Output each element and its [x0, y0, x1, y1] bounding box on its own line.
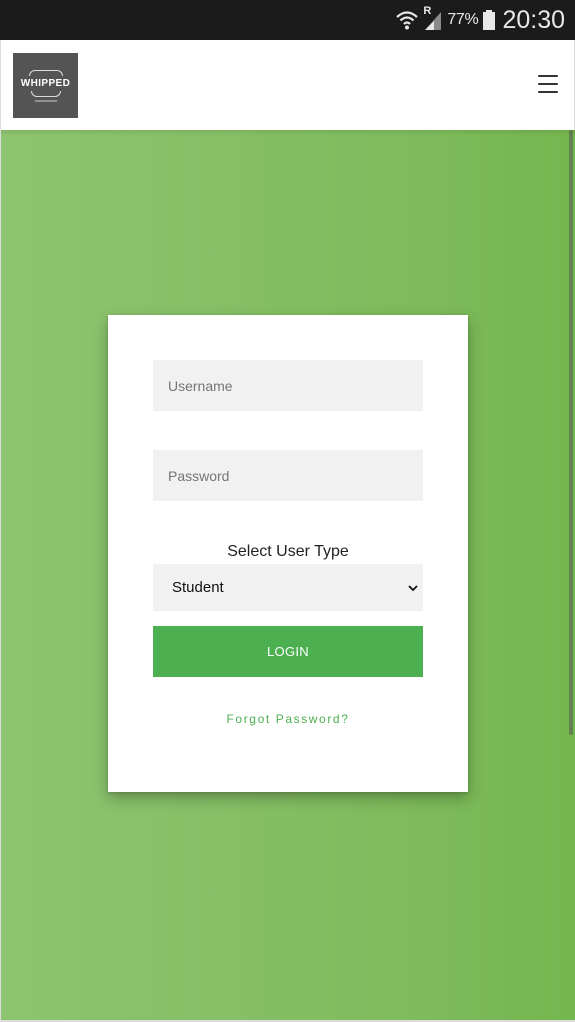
user-type-selected-value: Student — [172, 579, 224, 596]
menu-bar — [538, 91, 558, 93]
user-type-select[interactable]: Student — [153, 564, 423, 611]
wifi-icon — [395, 9, 419, 31]
signal-icon: R — [423, 5, 443, 31]
username-input[interactable] — [153, 360, 423, 411]
logo-swoosh-top — [28, 69, 63, 76]
menu-bar — [538, 83, 558, 85]
login-card: Select User Type Student LOGIN Forgot Pa… — [108, 315, 468, 792]
whipped-logo[interactable]: WHIPPED — [13, 53, 78, 118]
user-type-label: Select User Type — [227, 543, 349, 560]
logo-wordmark: WHIPPED — [20, 77, 71, 89]
roaming-indicator: R — [423, 5, 432, 17]
menu-bar — [538, 75, 558, 77]
battery-icon — [482, 9, 496, 31]
app-header: WHIPPED — [0, 40, 575, 130]
password-input[interactable] — [153, 450, 423, 501]
battery-percent: 77% — [447, 11, 479, 28]
clock: 20:30 — [502, 5, 565, 34]
logo-subtext — [34, 99, 57, 102]
forgot-password-link[interactable]: Forgot Password? — [108, 712, 468, 726]
logo-swoosh-bottom — [30, 90, 61, 97]
chevron-down-icon — [407, 582, 419, 594]
scrollbar[interactable] — [569, 130, 573, 735]
login-button[interactable]: LOGIN — [153, 626, 423, 677]
status-bar: R 77% 20:30 — [0, 0, 575, 40]
hamburger-menu-icon[interactable] — [538, 75, 558, 93]
